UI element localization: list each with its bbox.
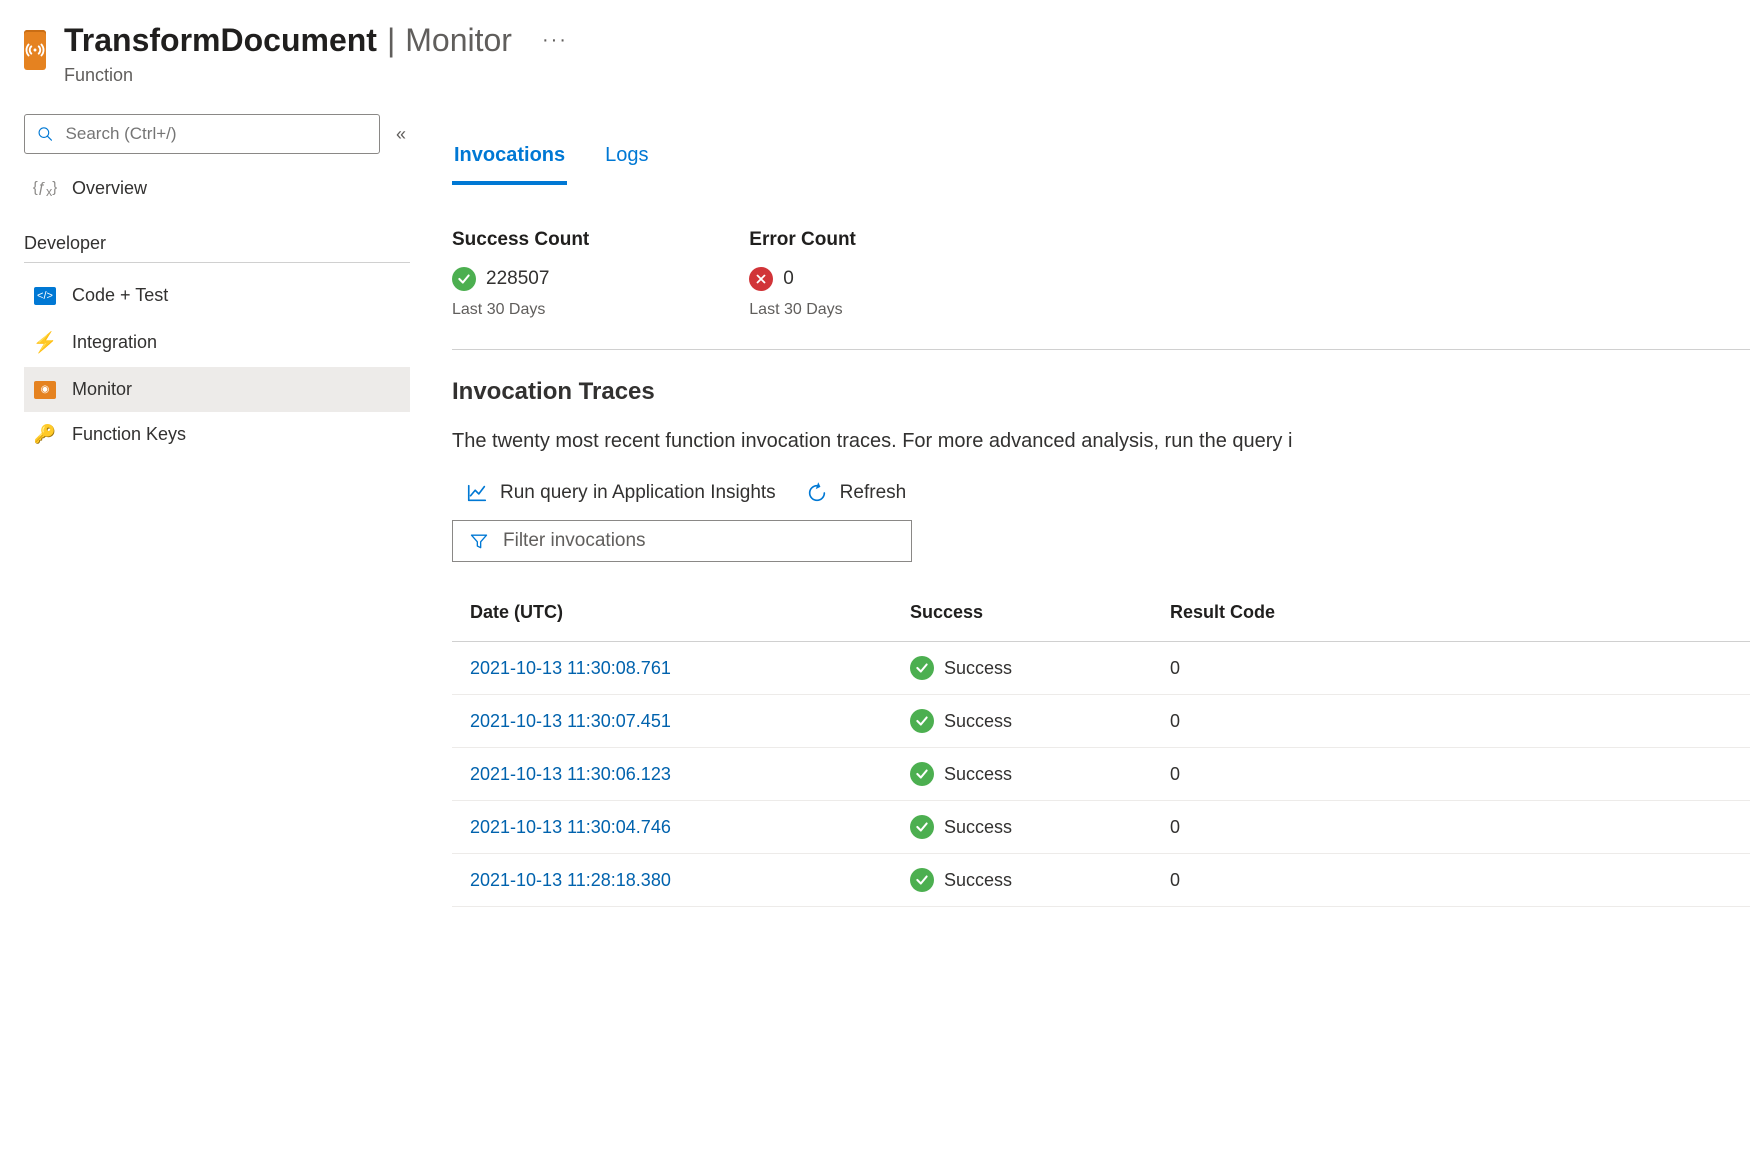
success-label: Success: [944, 764, 1012, 785]
page-header: TransformDocument | Monitor ··· Function: [24, 10, 410, 92]
collapse-sidebar-button[interactable]: «: [392, 120, 410, 149]
sidebar-item-function-keys[interactable]: 🔑 Function Keys: [24, 412, 410, 457]
success-icon: [910, 709, 934, 733]
key-icon: 🔑: [34, 424, 56, 445]
filter-placeholder: Filter invocations: [503, 530, 646, 552]
stat-value: 228507: [486, 268, 549, 290]
result-code: 0: [1152, 748, 1750, 801]
sidebar-item-label: Monitor: [72, 379, 132, 400]
result-code: 0: [1152, 695, 1750, 748]
invocation-date-link[interactable]: 2021-10-13 11:30:07.451: [470, 711, 671, 731]
search-input[interactable]: [64, 123, 367, 145]
refresh-label: Refresh: [840, 482, 907, 504]
sidebar-section-developer: Developer: [24, 233, 410, 254]
result-code: 0: [1152, 642, 1750, 695]
sidebar-item-overview[interactable]: {ƒx} Overview: [24, 166, 410, 211]
stat-period: Last 30 Days: [452, 301, 589, 319]
table-row: 2021-10-13 11:30:06.123 Success 0: [452, 748, 1750, 801]
success-icon: [910, 815, 934, 839]
sidebar-item-label: Overview: [72, 178, 147, 199]
stat-value: 0: [783, 268, 794, 290]
success-icon: [452, 267, 476, 291]
success-label: Success: [944, 658, 1012, 679]
table-row: 2021-10-13 11:30:08.761 Success 0: [452, 642, 1750, 695]
invocation-date-link[interactable]: 2021-10-13 11:28:18.380: [470, 870, 671, 890]
column-header-date[interactable]: Date (UTC): [452, 588, 892, 642]
error-icon: [749, 267, 773, 291]
tab-invocations[interactable]: Invocations: [452, 140, 567, 185]
page-title: TransformDocument: [64, 22, 377, 59]
refresh-button[interactable]: Refresh: [806, 482, 907, 504]
search-input-wrapper[interactable]: [24, 114, 380, 154]
invocation-traces-table: Date (UTC) Success Result Code 2021-10-1…: [452, 588, 1750, 907]
invocation-traces-description: The twenty most recent function invocati…: [452, 426, 1750, 456]
stat-label: Error Count: [749, 229, 856, 251]
run-query-button[interactable]: Run query in Application Insights: [466, 482, 776, 504]
sidebar-item-label: Integration: [72, 332, 157, 353]
filter-invocations-input[interactable]: Filter invocations: [452, 520, 912, 562]
fx-icon: {ƒx}: [33, 179, 58, 199]
search-icon: [37, 125, 54, 143]
code-icon: </>: [34, 287, 56, 305]
sidebar-item-integration[interactable]: ⚡ Integration: [24, 318, 410, 367]
tab-logs[interactable]: Logs: [603, 140, 650, 185]
invocation-date-link[interactable]: 2021-10-13 11:30:08.761: [470, 658, 671, 678]
function-app-icon: [24, 30, 46, 70]
refresh-icon: [806, 482, 828, 504]
run-query-label: Run query in Application Insights: [500, 482, 776, 504]
invocation-date-link[interactable]: 2021-10-13 11:30:04.746: [470, 817, 671, 837]
table-row: 2021-10-13 11:30:04.746 Success 0: [452, 801, 1750, 854]
title-separator: |: [387, 22, 395, 59]
table-row: 2021-10-13 11:28:18.380 Success 0: [452, 854, 1750, 907]
monitor-icon: ◉: [34, 381, 56, 399]
result-code: 0: [1152, 801, 1750, 854]
column-header-result[interactable]: Result Code: [1152, 588, 1750, 642]
success-icon: [910, 762, 934, 786]
invocation-date-link[interactable]: 2021-10-13 11:30:06.123: [470, 764, 671, 784]
bolt-icon: ⚡: [33, 330, 58, 355]
table-row: 2021-10-13 11:30:07.451 Success 0: [452, 695, 1750, 748]
column-header-success[interactable]: Success: [892, 588, 1152, 642]
divider: [452, 349, 1750, 350]
result-code: 0: [1152, 854, 1750, 907]
chart-line-icon: [466, 482, 488, 504]
stat-error: Error Count 0 Last 30 Days: [749, 229, 856, 319]
divider: [24, 262, 410, 263]
sidebar-item-monitor[interactable]: ◉ Monitor: [24, 367, 410, 412]
broadcast-icon: [24, 39, 46, 61]
sidebar-item-label: Function Keys: [72, 424, 186, 445]
tabs: Invocations Logs: [452, 140, 1750, 185]
sidebar-item-code-test[interactable]: </> Code + Test: [24, 273, 410, 318]
success-label: Success: [944, 817, 1012, 838]
success-label: Success: [944, 711, 1012, 732]
success-label: Success: [944, 870, 1012, 891]
stat-success: Success Count 228507 Last 30 Days: [452, 229, 589, 319]
sidebar-item-label: Code + Test: [72, 285, 168, 306]
filter-icon: [469, 531, 489, 551]
stat-label: Success Count: [452, 229, 589, 251]
invocation-traces-heading: Invocation Traces: [452, 378, 1750, 406]
stat-period: Last 30 Days: [749, 301, 856, 319]
success-icon: [910, 656, 934, 680]
success-icon: [910, 868, 934, 892]
